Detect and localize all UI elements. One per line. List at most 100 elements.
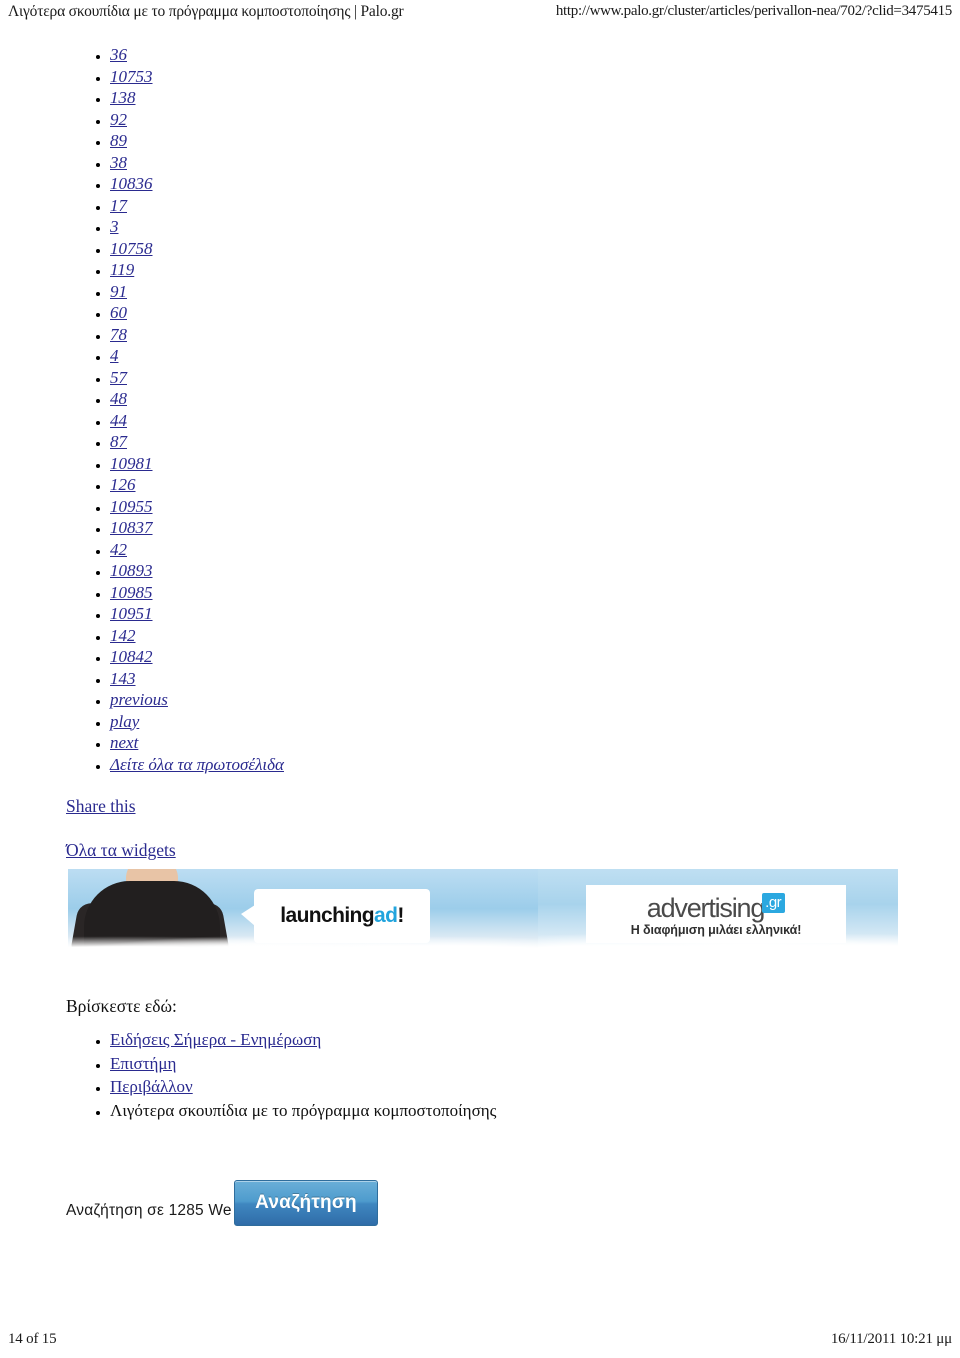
headline-number-link[interactable]: 89 — [110, 131, 127, 150]
headline-number-link[interactable]: 91 — [110, 282, 127, 301]
breadcrumb-label: Βρίσκεστε εδώ: — [66, 996, 177, 1016]
breadcrumb-list: Ειδήσεις Σήμερα - Ενημέρωση Επιστήμη Περιβ… — [0, 1028, 960, 1122]
headline-number-link[interactable]: 92 — [110, 110, 127, 129]
headline-number-link[interactable]: 10842 — [110, 647, 153, 666]
list-item[interactable]: play — [110, 711, 960, 733]
headline-number-link[interactable]: 4 — [110, 346, 119, 365]
list-item[interactable]: 10753 — [110, 66, 960, 88]
speech-bubble-icon: launching ad! — [241, 889, 430, 943]
list-item[interactable]: 4 — [110, 345, 960, 367]
breadcrumb-item-link[interactable]: Επιστήμη — [110, 1054, 176, 1073]
print-footer: 14 of 15 16/11/2011 10:21 μμ — [0, 1328, 960, 1350]
headline-number-link[interactable]: 142 — [110, 626, 136, 645]
list-item[interactable]: 60 — [110, 302, 960, 324]
headline-number-link[interactable]: 10753 — [110, 67, 153, 86]
breadcrumb-item[interactable]: Περιβάλλον — [110, 1075, 960, 1099]
list-item[interactable]: 10842 — [110, 646, 960, 668]
list-item[interactable]: 44 — [110, 410, 960, 432]
headline-number-link[interactable]: 10951 — [110, 604, 153, 623]
headline-number-link[interactable]: 10985 — [110, 583, 153, 602]
breadcrumb-item[interactable]: Επιστήμη — [110, 1052, 960, 1076]
list-item[interactable]: 3 — [110, 216, 960, 238]
advertising-gr-tagline: Η διαφήμιση μιλάει ελληνικά! — [630, 922, 802, 937]
advertising-gr-brand-text: advertising — [646, 892, 766, 923]
headline-number-link[interactable]: 3 — [110, 217, 119, 236]
list-item[interactable]: 10955 — [110, 496, 960, 518]
print-header: Λιγότερα σκουπίδια με το πρόγραμμα κομπο… — [0, 0, 960, 26]
headline-number-link[interactable]: 10981 — [110, 454, 153, 473]
advertising-gr-logo-card: advertising.gr Η διαφήμιση μιλάει ελληνι… — [586, 885, 846, 943]
headline-number-link[interactable]: 17 — [110, 196, 127, 215]
headline-number-link[interactable]: 126 — [110, 475, 136, 494]
print-header-url: http://www.palo.gr/cluster/articles/peri… — [555, 3, 952, 19]
breadcrumb-item: Λιγότερα σκουπίδια με το πρόγραμμα κομπο… — [110, 1099, 960, 1123]
list-item[interactable]: 142 — [110, 625, 960, 647]
headline-number-link[interactable]: 38 — [110, 153, 127, 172]
search-button[interactable]: Αναζήτηση — [234, 1180, 378, 1226]
list-item[interactable]: 126 — [110, 474, 960, 496]
list-item[interactable]: 89 — [110, 130, 960, 152]
list-item[interactable]: 119 — [110, 259, 960, 281]
advertising-gr-wordmark: advertising.gr — [646, 892, 786, 923]
search-caption: Αναζήτηση σε 1285 We — [66, 1202, 232, 1219]
headline-number-link[interactable]: 143 — [110, 669, 136, 688]
list-item[interactable]: 17 — [110, 195, 960, 217]
list-item[interactable]: next — [110, 732, 960, 754]
headline-number-link[interactable]: 10758 — [110, 239, 153, 258]
advertising-gr-tld-badge: .gr — [762, 892, 786, 913]
slideshow-control-play-link[interactable]: play — [110, 712, 139, 731]
see-all-frontpages-link[interactable]: Δείτε όλα τα πρωτοσέλιδα — [110, 755, 284, 774]
headline-number-link[interactable]: 48 — [110, 389, 127, 408]
headline-number-link[interactable]: 119 — [110, 260, 134, 279]
slideshow-control-next-link[interactable]: next — [110, 733, 138, 752]
list-item[interactable]: 138 — [110, 87, 960, 109]
list-item[interactable]: 48 — [110, 388, 960, 410]
advertising-gr-creative[interactable]: advertising.gr Η διαφήμιση μιλάει ελληνι… — [538, 869, 898, 957]
list-item[interactable]: 57 — [110, 367, 960, 389]
breadcrumb-item[interactable]: Ειδήσεις Σήμερα - Ενημέρωση — [110, 1028, 960, 1052]
breadcrumb-item-link[interactable]: Ειδήσεις Σήμερα - Ενημέρωση — [110, 1030, 321, 1049]
list-item[interactable]: 78 — [110, 324, 960, 346]
list-item[interactable]: 10836 — [110, 173, 960, 195]
headline-number-link[interactable]: 44 — [110, 411, 127, 430]
headline-number-link[interactable]: 10836 — [110, 174, 153, 193]
headline-number-link[interactable]: 87 — [110, 432, 127, 451]
list-item[interactable]: 10985 — [110, 582, 960, 604]
list-item[interactable]: 10837 — [110, 517, 960, 539]
list-item[interactable]: 87 — [110, 431, 960, 453]
headline-number-link[interactable]: 60 — [110, 303, 127, 322]
list-item[interactable]: 92 — [110, 109, 960, 131]
headline-number-link[interactable]: 57 — [110, 368, 127, 387]
headline-number-link[interactable]: 78 — [110, 325, 127, 344]
headline-number-link[interactable]: 138 — [110, 88, 136, 107]
list-item[interactable]: Δείτε όλα τα πρωτοσέλιδα — [110, 754, 960, 776]
print-footer-page: 14 of 15 — [8, 1330, 57, 1347]
slideshow-control-previous-link[interactable]: previous — [110, 690, 168, 709]
share-this-link[interactable]: Share this — [66, 795, 960, 817]
list-item[interactable]: 10893 — [110, 560, 960, 582]
launching-ad-text-highlight: ad — [374, 904, 398, 927]
headline-number-link[interactable]: 10837 — [110, 518, 153, 537]
breadcrumb-item-link[interactable]: Περιβάλλον — [110, 1077, 193, 1096]
headline-number-link[interactable]: 10955 — [110, 497, 153, 516]
all-widgets-link[interactable]: Όλα τα widgets — [66, 839, 960, 861]
list-item[interactable]: previous — [110, 689, 960, 711]
headline-number-link[interactable]: 42 — [110, 540, 127, 559]
list-item[interactable]: 143 — [110, 668, 960, 690]
list-item[interactable]: 38 — [110, 152, 960, 174]
breadcrumb-item-current-label: Λιγότερα σκουπίδια με το πρόγραμμα κομπο… — [110, 1100, 497, 1120]
list-item[interactable]: 36 — [110, 44, 960, 66]
headline-number-link[interactable]: 36 — [110, 45, 127, 64]
list-item[interactable]: 10758 — [110, 238, 960, 260]
advertisement-banner[interactable]: launching ad! advertising.gr Η διαφήμιση… — [68, 869, 898, 957]
list-item[interactable]: 10951 — [110, 603, 960, 625]
headline-number-link[interactable]: 10893 — [110, 561, 153, 580]
search-row: Αναζήτηση σε 1285 We — [66, 1196, 232, 1226]
slideshow-controls-list: previous play next — [0, 689, 960, 754]
list-item[interactable]: 10981 — [110, 453, 960, 475]
list-item[interactable]: 91 — [110, 281, 960, 303]
breadcrumb: Βρίσκεστε εδώ: Ειδήσεις Σήμερα - Ενημέρω… — [0, 995, 960, 1122]
launching-ad-creative[interactable]: launching ad! — [68, 869, 540, 957]
print-header-title: Λιγότερα σκουπίδια με το πρόγραμμα κομπο… — [8, 3, 404, 20]
list-item[interactable]: 42 — [110, 539, 960, 561]
